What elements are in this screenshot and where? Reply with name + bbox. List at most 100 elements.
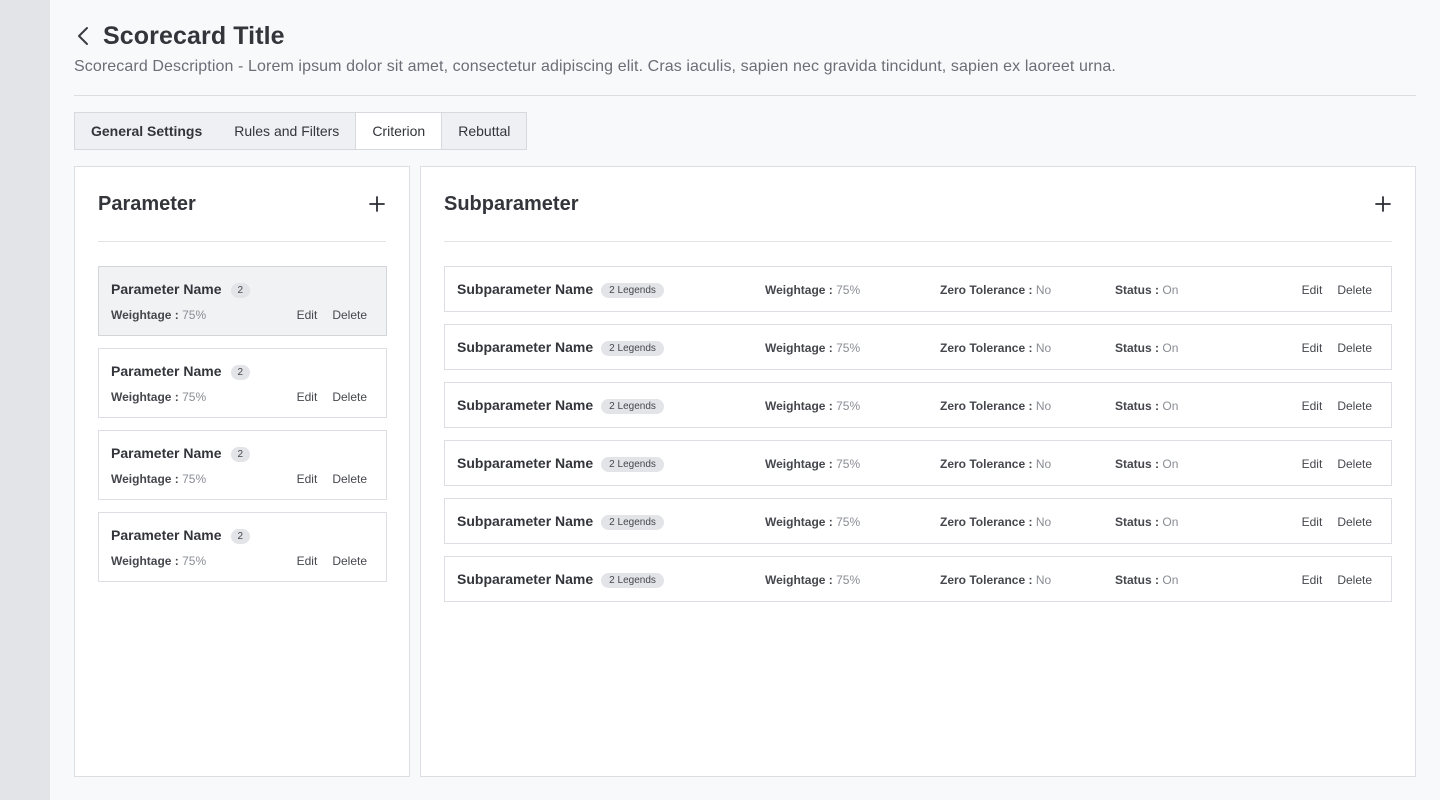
- subparameter-row[interactable]: Subparameter Name 2 Legends Weightage : 7…: [444, 440, 1392, 486]
- subparameter-name-row: Subparameter Name 2 Legends: [457, 571, 664, 588]
- legends-badge: 2 Legends: [601, 341, 664, 356]
- edit-button[interactable]: Edit: [1302, 515, 1323, 529]
- subparameter-weightage: Weightage : 75%: [765, 341, 860, 355]
- status-value: On: [1162, 341, 1179, 355]
- subparameter-row[interactable]: Subparameter Name 2 Legends Weightage : 7…: [444, 498, 1392, 544]
- weightage-label: Weightage :: [765, 283, 833, 297]
- subparameter-name-row: Subparameter Name 2 Legends: [457, 281, 664, 298]
- subparameter-zero-tolerance: Zero Tolerance : No: [940, 283, 1051, 297]
- delete-button[interactable]: Delete: [1337, 341, 1372, 355]
- subparameter-panel-header: Subparameter: [444, 167, 1392, 242]
- parameter-count-badge: 2: [230, 529, 251, 544]
- edit-button[interactable]: Edit: [1302, 341, 1323, 355]
- weightage-value: 75%: [836, 573, 861, 587]
- delete-button[interactable]: Delete: [332, 308, 367, 322]
- tab-rules-and-filters[interactable]: Rules and Filters: [218, 113, 355, 149]
- parameter-card[interactable]: Parameter Name 2 Weightage : 75% Edit Dele…: [98, 430, 387, 500]
- status-value: On: [1162, 283, 1179, 297]
- weightage-label: Weightage :: [111, 308, 179, 322]
- zero-tolerance-label: Zero Tolerance :: [940, 573, 1033, 587]
- status-label: Status :: [1115, 573, 1160, 587]
- tab-label: Rules and Filters: [234, 123, 340, 139]
- status-value: On: [1162, 457, 1179, 471]
- legends-badge: 2 Legends: [601, 283, 664, 298]
- delete-button[interactable]: Delete: [1337, 399, 1372, 413]
- chevron-left-icon[interactable]: [74, 24, 92, 48]
- subparameter-status: Status : On: [1115, 283, 1178, 297]
- edit-button[interactable]: Edit: [1302, 283, 1323, 297]
- tab-rebuttal[interactable]: Rebuttal: [442, 113, 526, 149]
- delete-button[interactable]: Delete: [1337, 515, 1372, 529]
- status-label: Status :: [1115, 457, 1160, 471]
- parameter-name-row: Parameter Name 2: [111, 445, 251, 462]
- subparameter-name: Subparameter Name: [457, 455, 594, 471]
- weightage-label: Weightage :: [765, 341, 833, 355]
- edit-button[interactable]: Edit: [1302, 573, 1323, 587]
- tab-label: Rebuttal: [458, 123, 511, 139]
- subparameter-row[interactable]: Subparameter Name 2 Legends Weightage : 7…: [444, 266, 1392, 312]
- delete-button[interactable]: Delete: [1337, 573, 1372, 587]
- subparameter-actions: Edit Delete: [1302, 515, 1372, 529]
- edit-button[interactable]: Edit: [297, 472, 318, 486]
- parameter-count-badge: 2: [230, 365, 251, 380]
- status-label: Status :: [1115, 399, 1160, 413]
- edit-button[interactable]: Edit: [1302, 457, 1323, 471]
- delete-button[interactable]: Delete: [332, 390, 367, 404]
- add-parameter-plus-icon[interactable]: [368, 195, 386, 213]
- subparameter-row[interactable]: Subparameter Name 2 Legends Weightage : 7…: [444, 556, 1392, 602]
- weightage-label: Weightage :: [765, 399, 833, 413]
- subparameter-actions: Edit Delete: [1302, 399, 1372, 413]
- subparameter-status: Status : On: [1115, 399, 1178, 413]
- subparameter-name: Subparameter Name: [457, 513, 594, 529]
- tab-general-settings[interactable]: General Settings: [75, 113, 218, 149]
- legends-badge: 2 Legends: [601, 573, 664, 588]
- tab-criterion[interactable]: Criterion: [355, 113, 443, 149]
- parameter-actions: Edit Delete: [297, 308, 367, 322]
- parameter-name-row: Parameter Name 2: [111, 363, 251, 380]
- weightage-value: 75%: [836, 399, 861, 413]
- zero-tolerance-label: Zero Tolerance :: [940, 283, 1033, 297]
- edit-button[interactable]: Edit: [297, 308, 318, 322]
- delete-button[interactable]: Delete: [332, 554, 367, 568]
- subparameter-weightage: Weightage : 75%: [765, 399, 860, 413]
- zero-tolerance-value: No: [1035, 515, 1052, 529]
- zero-tolerance-value: No: [1035, 341, 1052, 355]
- weightage-label: Weightage :: [765, 515, 833, 529]
- edit-button[interactable]: Edit: [297, 554, 318, 568]
- subparameter-zero-tolerance: Zero Tolerance : No: [940, 341, 1051, 355]
- subparameter-actions: Edit Delete: [1302, 283, 1372, 297]
- subparameter-row[interactable]: Subparameter Name 2 Legends Weightage : 7…: [444, 324, 1392, 370]
- status-label: Status :: [1115, 283, 1160, 297]
- subparameter-zero-tolerance: Zero Tolerance : No: [940, 573, 1051, 587]
- edit-button[interactable]: Edit: [1302, 399, 1323, 413]
- subparameter-weightage: Weightage : 75%: [765, 573, 860, 587]
- parameter-name: Parameter Name: [111, 527, 222, 543]
- subparameter-zero-tolerance: Zero Tolerance : No: [940, 457, 1051, 471]
- zero-tolerance-label: Zero Tolerance :: [940, 341, 1033, 355]
- delete-button[interactable]: Delete: [332, 472, 367, 486]
- weightage-value: 75%: [836, 457, 861, 471]
- parameter-card[interactable]: Parameter Name 2 Weightage : 75% Edit Dele…: [98, 266, 387, 336]
- parameter-weightage: Weightage : 75%: [111, 390, 206, 404]
- main-content: Scorecard Title Scorecard Description - …: [50, 0, 1440, 800]
- parameter-panel: Parameter Parameter Name 2 Weightage : 75…: [74, 166, 410, 777]
- status-value: On: [1162, 399, 1179, 413]
- subparameter-name: Subparameter Name: [457, 339, 594, 355]
- edit-button[interactable]: Edit: [297, 390, 318, 404]
- subparameter-row[interactable]: Subparameter Name 2 Legends Weightage : 7…: [444, 382, 1392, 428]
- parameter-name-row: Parameter Name 2: [111, 527, 251, 544]
- parameter-card[interactable]: Parameter Name 2 Weightage : 75% Edit Dele…: [98, 348, 387, 418]
- subparameter-status: Status : On: [1115, 573, 1178, 587]
- title-row: Scorecard Title: [74, 20, 1416, 52]
- tab-label: General Settings: [91, 123, 203, 139]
- parameter-card[interactable]: Parameter Name 2 Weightage : 75% Edit Dele…: [98, 512, 387, 582]
- zero-tolerance-value: No: [1035, 457, 1052, 471]
- parameter-weightage: Weightage : 75%: [111, 472, 206, 486]
- zero-tolerance-value: No: [1035, 573, 1052, 587]
- delete-button[interactable]: Delete: [1337, 457, 1372, 471]
- weightage-value: 75%: [182, 472, 207, 486]
- subparameter-panel-title: Subparameter: [444, 193, 579, 215]
- page-description: Scorecard Description - Lorem ipsum dolo…: [74, 58, 1116, 75]
- add-subparameter-plus-icon[interactable]: [1374, 195, 1392, 213]
- delete-button[interactable]: Delete: [1337, 283, 1372, 297]
